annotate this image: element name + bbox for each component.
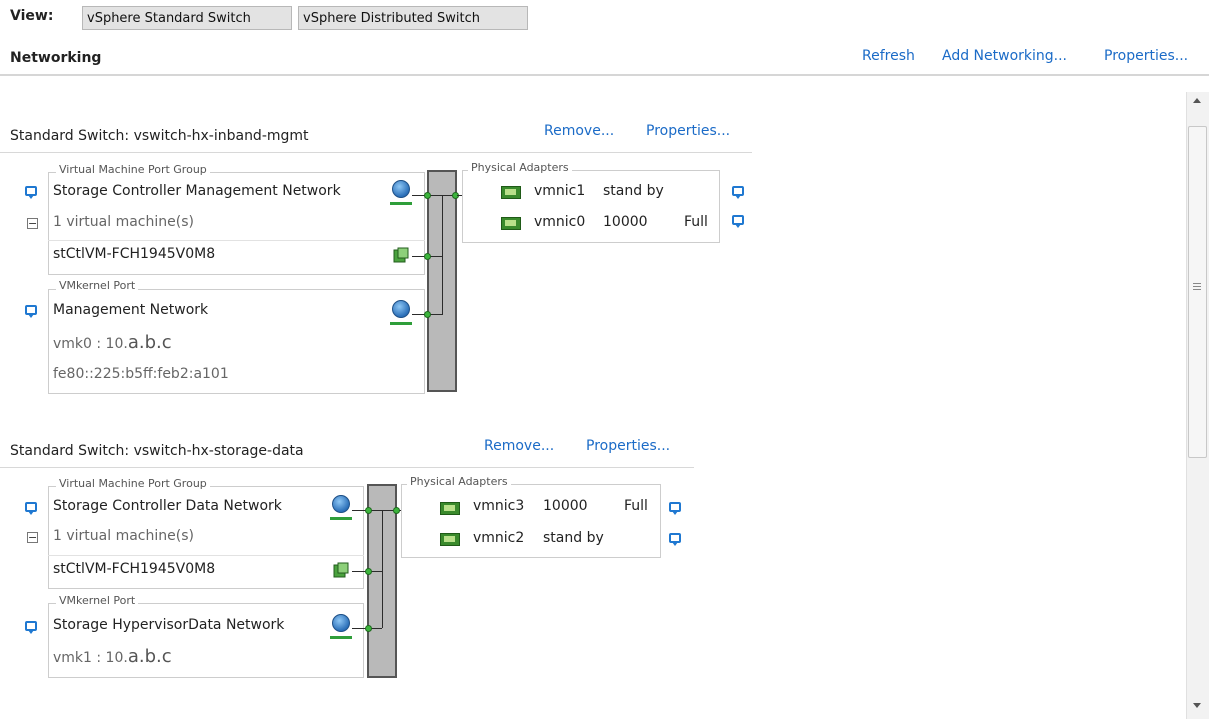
adapter-speed: stand by (543, 530, 604, 546)
thumb-grip-icon (1193, 289, 1201, 290)
port-dot (365, 507, 372, 514)
info-bubble-icon[interactable] (25, 305, 37, 318)
collapse-toggle[interactable]: − (27, 532, 38, 543)
port-dot (365, 625, 372, 632)
physical-adapters-legend: Physical Adapters (468, 161, 572, 174)
port-dot (424, 311, 431, 318)
info-bubble-icon[interactable] (669, 502, 681, 515)
info-bubble-icon[interactable] (25, 186, 37, 199)
vm-count: 1 virtual machine(s) (53, 214, 194, 230)
vmkernel-legend: VMkernel Port (56, 279, 139, 292)
thumb-grip-icon (1193, 286, 1201, 287)
networking-properties-link[interactable]: Properties... (1104, 48, 1188, 64)
collapse-toggle[interactable]: − (27, 218, 38, 229)
vm-row-divider (48, 240, 425, 241)
network-status-bar (330, 517, 352, 520)
info-bubble-icon[interactable] (669, 533, 681, 546)
add-networking-link[interactable]: Add Networking... (942, 48, 1067, 64)
scroll-down-arrow-icon[interactable] (1193, 703, 1201, 708)
nic-icon (440, 502, 460, 515)
vmkernel-ip: vmk1 : 10.a.b.c (53, 646, 172, 667)
header-divider (0, 74, 1209, 76)
info-bubble-icon[interactable] (732, 186, 744, 199)
vm-name[interactable]: stCtlVM-FCH1945V0M8 (53, 246, 215, 262)
switch-remove-link[interactable]: Remove... (544, 123, 614, 139)
info-bubble-icon[interactable] (732, 215, 744, 228)
uplink-dot (393, 507, 400, 514)
physical-adapters-legend: Physical Adapters (407, 475, 511, 488)
scroll-up-arrow-icon[interactable] (1193, 98, 1201, 103)
switch-internal-wire (442, 195, 443, 315)
view-standard-switch-button[interactable]: vSphere Standard Switch (82, 6, 292, 30)
network-globe-icon (392, 180, 410, 198)
adapter-name[interactable]: vmnic3 (473, 498, 524, 514)
adapter-duplex: Full (684, 214, 708, 230)
refresh-link[interactable]: Refresh (862, 48, 915, 64)
vm-count: 1 virtual machine(s) (53, 528, 194, 544)
switch-title: Standard Switch: vswitch-hx-inband-mgmt (10, 128, 309, 144)
adapter-name[interactable]: vmnic2 (473, 530, 524, 546)
network-globe-icon (332, 495, 350, 513)
vmkernel-ipv6: fe80::225:b5ff:feb2:a101 (53, 366, 229, 382)
vm-name[interactable]: stCtlVM-FCH1945V0M8 (53, 561, 215, 577)
switch-divider (0, 467, 694, 468)
vm-port-group-legend: Virtual Machine Port Group (56, 163, 210, 176)
vmkernel-name[interactable]: Management Network (53, 302, 208, 318)
view-distributed-switch-button[interactable]: vSphere Distributed Switch (298, 6, 528, 30)
vmkernel-name[interactable]: Storage HypervisorData Network (53, 617, 284, 633)
port-dot (424, 253, 431, 260)
switch-properties-link[interactable]: Properties... (586, 438, 670, 454)
network-status-bar (390, 322, 412, 325)
scrollbar-thumb[interactable] (1188, 126, 1207, 458)
network-status-bar (390, 202, 412, 205)
port-dot (365, 568, 372, 575)
adapter-name[interactable]: vmnic0 (534, 214, 585, 230)
switch-divider (0, 152, 752, 153)
section-title: Networking (10, 50, 102, 66)
info-bubble-icon[interactable] (25, 621, 37, 634)
adapter-duplex: Full (624, 498, 648, 514)
port-group-name[interactable]: Storage Controller Management Network (53, 183, 341, 199)
thumb-grip-icon (1193, 283, 1201, 284)
vm-row-divider (48, 555, 364, 556)
physical-adapters-box (462, 170, 720, 243)
port-group-name[interactable]: Storage Controller Data Network (53, 498, 282, 514)
switch-remove-link[interactable]: Remove... (484, 438, 554, 454)
switch-properties-link[interactable]: Properties... (646, 123, 730, 139)
nic-icon (440, 533, 460, 546)
virtual-machine-icon (393, 247, 409, 263)
port-dot (424, 192, 431, 199)
vm-port-group-legend: Virtual Machine Port Group (56, 477, 210, 490)
adapter-speed: stand by (603, 183, 664, 199)
network-status-bar (330, 636, 352, 639)
adapter-name[interactable]: vmnic1 (534, 183, 585, 199)
network-globe-icon (392, 300, 410, 318)
adapter-speed: 10000 (603, 214, 648, 230)
nic-icon (501, 217, 521, 230)
virtual-machine-icon (333, 562, 349, 578)
adapter-speed: 10000 (543, 498, 588, 514)
switch-internal-wire (382, 510, 383, 628)
network-globe-icon (332, 614, 350, 632)
port-wire (412, 195, 457, 196)
vmkernel-ip: vmk0 : 10.a.b.c (53, 332, 172, 353)
switch-title: Standard Switch: vswitch-hx-storage-data (10, 443, 304, 459)
view-label: View: (10, 8, 54, 24)
physical-adapters-box (401, 484, 661, 558)
nic-icon (501, 186, 521, 199)
info-bubble-icon[interactable] (25, 502, 37, 515)
vmkernel-legend: VMkernel Port (56, 594, 139, 607)
